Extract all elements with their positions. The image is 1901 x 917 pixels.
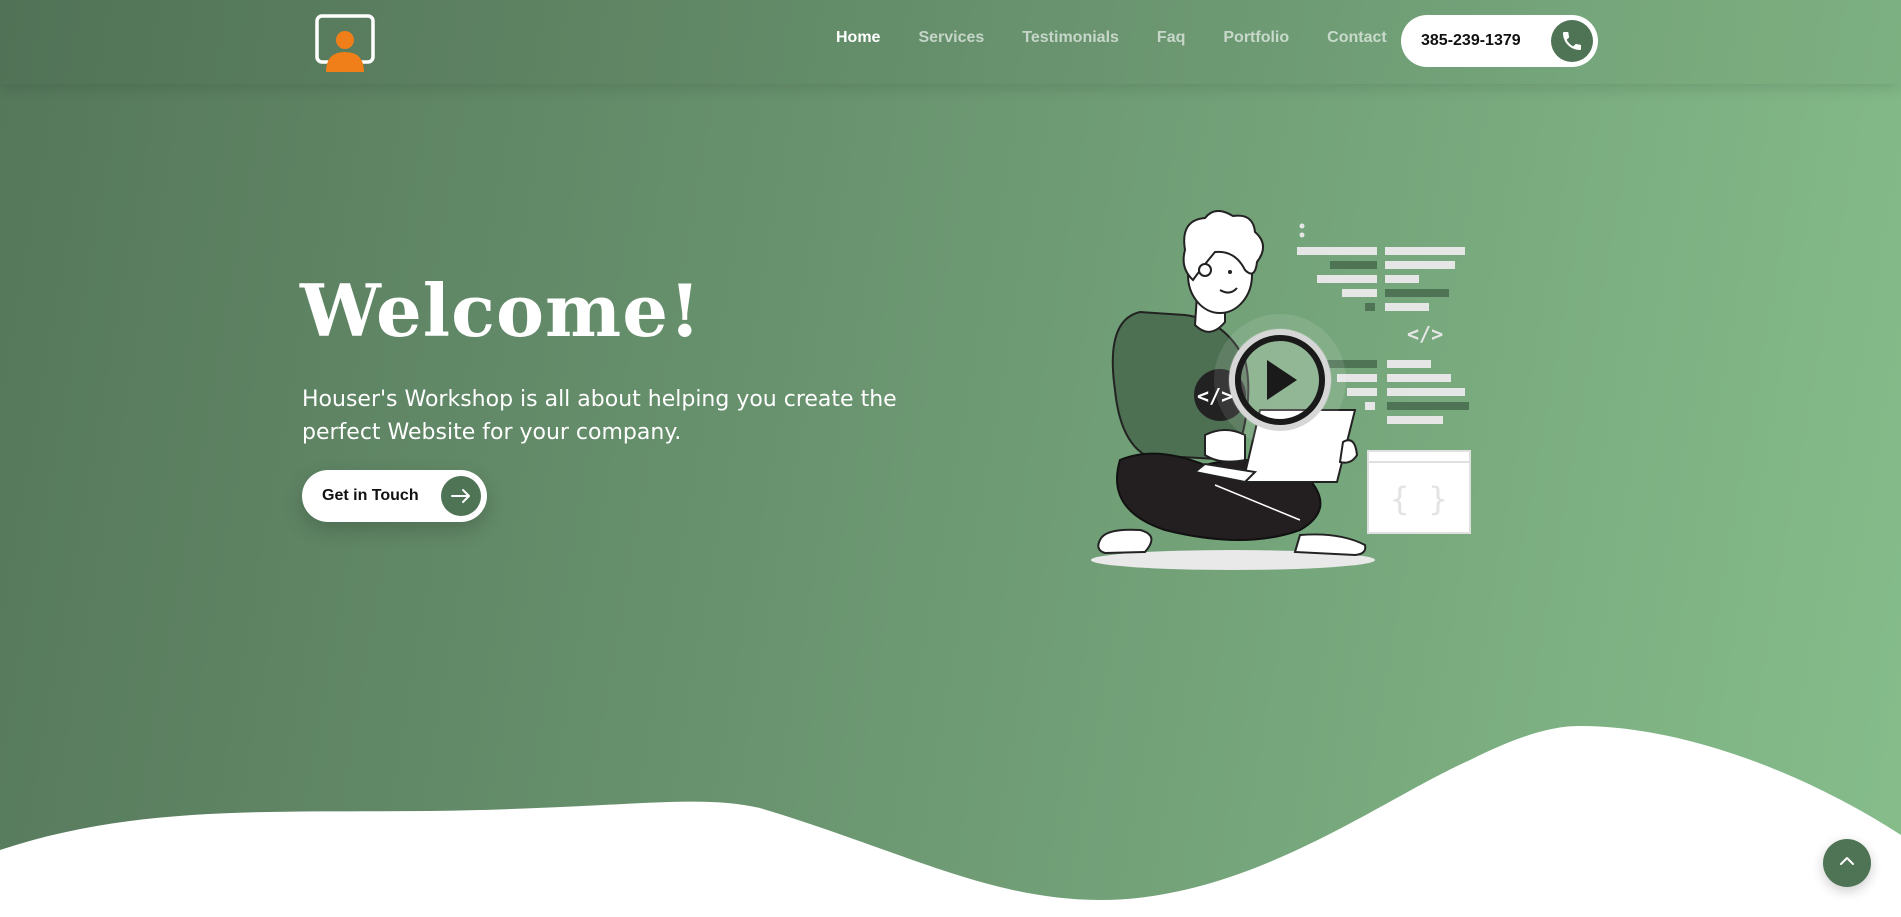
hero-title: Welcome! (300, 268, 702, 353)
phone-button[interactable]: 385-239-1379 (1401, 15, 1598, 67)
cta-label: Get in Touch (322, 487, 419, 504)
hero-wave-divider (0, 726, 1901, 917)
hero-subtitle: Houser's Workshop is all about helping y… (302, 387, 897, 445)
code-tag-text: </> (1407, 322, 1443, 346)
nav-portfolio[interactable]: Portfolio (1223, 29, 1289, 47)
nav-home[interactable]: Home (836, 29, 880, 47)
site-logo[interactable] (314, 14, 376, 72)
nav-contact[interactable]: Contact (1327, 29, 1387, 47)
arrow-right-icon (441, 476, 481, 516)
main-nav: Home Services Testimonials Faq Portfolio… (836, 29, 1425, 47)
navbar: Home Services Testimonials Faq Portfolio… (0, 0, 1901, 84)
phone-number: 385-239-1379 (1421, 32, 1521, 49)
nav-faq[interactable]: Faq (1157, 29, 1185, 47)
nav-services[interactable]: Services (918, 29, 984, 47)
hero-illustration: </> { } </> (1085, 210, 1475, 580)
phone-icon (1551, 20, 1593, 62)
chevron-up-icon (1837, 851, 1857, 875)
get-in-touch-button[interactable]: Get in Touch (302, 470, 487, 522)
nav-testimonials[interactable]: Testimonials (1022, 29, 1119, 47)
braces-text: { } (1390, 480, 1448, 518)
scroll-to-top-button[interactable] (1823, 839, 1871, 887)
